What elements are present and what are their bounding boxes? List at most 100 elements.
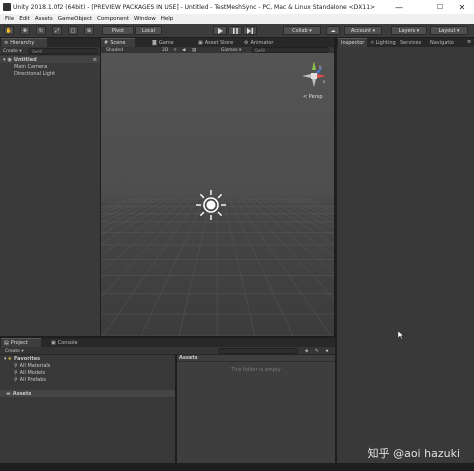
expand-arrow-icon: ▾ xyxy=(4,355,7,362)
favorite-item-all-materials[interactable]: ⚲ All Materials xyxy=(14,362,50,369)
step-button[interactable] xyxy=(243,26,257,35)
account-dropdown[interactable]: Account ▾ xyxy=(344,26,382,35)
play-icon xyxy=(217,27,223,34)
favorite-item-all-models[interactable]: ⚲ All Models xyxy=(14,369,45,376)
game-tab-label: Game xyxy=(158,39,174,46)
hierarchy-search-placeholder: Q▾All xyxy=(32,49,43,54)
mouse-cursor-icon xyxy=(398,331,404,339)
move-tool-icon[interactable]: ✥ xyxy=(20,26,30,35)
tab-inspector[interactable]: Inspector xyxy=(338,38,368,47)
assets-breadcrumb[interactable]: Assets xyxy=(177,355,335,362)
folder-icon: ▬ xyxy=(6,390,11,397)
hierarchy-tab-label: Hierarchy xyxy=(10,40,35,46)
local-toggle[interactable]: Local xyxy=(135,26,162,35)
tab-game[interactable]: ◙ Game xyxy=(149,38,177,47)
unity-scene-icon: ◉ xyxy=(7,56,12,63)
favorite-item-label: All Models xyxy=(19,369,46,376)
favorite-item-all-prefabs[interactable]: ⚲ All Prefabs xyxy=(14,376,46,383)
favorite-item-label: All Materials xyxy=(19,362,51,369)
project-tab-icon: ▤ xyxy=(4,340,9,346)
tab-hierarchy[interactable]: ≡ Hierarchy xyxy=(1,38,47,47)
rotate-tool-icon[interactable]: ↻ xyxy=(36,26,46,35)
cloud-button[interactable]: ☁ xyxy=(326,26,340,35)
tab-services[interactable]: Services xyxy=(397,38,424,47)
lighting-tab-label: Lighting xyxy=(375,39,396,46)
center-tab-bar: # Scene ◙ Game ▣ Asset Store ⚙ Animator xyxy=(101,38,334,47)
hierarchy-create-button[interactable]: Create ▾ xyxy=(3,48,22,54)
menu-help[interactable]: Help xyxy=(161,16,174,22)
assets-folder-label: Assets xyxy=(12,390,32,397)
favorites-row[interactable]: ▾ ★ Favorites xyxy=(4,355,40,362)
window-title-bar: Unity 2018.1.0f2 (64bit) - [PREVIEW PACK… xyxy=(0,0,474,14)
filter-label-icon[interactable]: ✎ xyxy=(315,348,319,354)
layout-label: Layout ▾ xyxy=(438,27,460,34)
hierarchy-toolbar: Create ▾ Q▾All xyxy=(0,47,100,55)
scene-root-row[interactable]: ▾ ◉ Untitled ≡ xyxy=(0,56,100,63)
pivot-label: Pivot xyxy=(111,27,125,34)
transform-tool-icon[interactable]: ⊕ xyxy=(84,26,94,35)
close-button[interactable]: ✕ xyxy=(452,0,472,14)
projection-toggle[interactable]: < Persp xyxy=(303,94,323,100)
maximize-button[interactable]: ☐ xyxy=(430,0,450,14)
menu-window[interactable]: Window xyxy=(134,16,156,22)
scale-tool-icon[interactable]: ⤢ xyxy=(52,26,62,35)
favorite-item-label: All Prefabs xyxy=(19,376,47,383)
account-label: Account ▾ xyxy=(350,27,376,34)
scene-viewport[interactable]: y x < Persp xyxy=(101,53,334,336)
pivot-toggle[interactable]: Pivot xyxy=(102,26,134,35)
tab-project[interactable]: ▤ Project xyxy=(1,338,41,347)
scene-orientation-gizmo[interactable]: y x xyxy=(299,59,329,93)
main-toolbar: ✋ ✥ ↻ ⤢ ▢ ⊕ Pivot Local Collab ▾ ☁ Accou… xyxy=(0,24,474,37)
tab-animator[interactable]: ⚙ Animator xyxy=(241,38,276,47)
empty-folder-message: This folder is empty xyxy=(231,367,281,373)
watermark-text: 知乎 @aoi hazuki xyxy=(367,447,460,460)
tab-console[interactable]: ▣ Console xyxy=(48,338,81,347)
tab-scene[interactable]: # Scene xyxy=(101,38,135,47)
layers-dropdown[interactable]: Layers ▾ xyxy=(391,26,427,35)
project-assets-view: Assets This folder is empty xyxy=(177,355,335,463)
project-create-button[interactable]: Create ▾ xyxy=(5,348,24,354)
asset-store-icon: ▣ xyxy=(198,39,203,46)
tab-navigation[interactable]: Navigatio xyxy=(427,38,457,47)
hierarchy-search-input[interactable]: Q▾All xyxy=(28,48,98,54)
hierarchy-item-main-camera[interactable]: Main Camera xyxy=(0,63,47,70)
scene-options-icon[interactable]: ≡ xyxy=(93,57,97,63)
menu-gameobject[interactable]: GameObject xyxy=(58,16,92,22)
project-toolbar: Create ▾ ◈ ✎ ★ xyxy=(0,347,335,355)
favorite-filter-icon[interactable]: ★ xyxy=(325,348,329,354)
filter-type-icon[interactable]: ◈ xyxy=(305,348,308,354)
play-button[interactable] xyxy=(213,26,227,35)
menu-file[interactable]: File xyxy=(5,16,14,22)
directional-light-icon[interactable] xyxy=(194,188,228,222)
gizmo-x-label: x xyxy=(323,79,326,84)
panel-options-icon[interactable]: ≡ xyxy=(467,39,471,45)
hand-tool-icon[interactable]: ✋ xyxy=(4,26,14,35)
collab-dropdown[interactable]: Collab ▾ xyxy=(283,26,321,35)
tab-asset-store[interactable]: ▣ Asset Store xyxy=(195,38,236,47)
pause-icon xyxy=(232,27,238,34)
tab-lighting[interactable]: ☼ Lighting xyxy=(367,38,399,47)
minimize-button[interactable]: — xyxy=(389,0,409,14)
assets-folder-row[interactable]: ▬ Assets xyxy=(0,390,175,397)
scene-tab-label: Scene xyxy=(110,40,126,46)
hierarchy-panel: ≡ Hierarchy Create ▾ Q▾All ▾ ◉ Untitled … xyxy=(0,38,100,336)
menu-component[interactable]: Component xyxy=(97,16,129,22)
project-folder-tree: ▾ ★ Favorites ⚲ All Materials ⚲ All Mode… xyxy=(0,355,175,463)
cloud-icon: ☁ xyxy=(330,27,336,34)
unity-logo-icon xyxy=(3,3,11,11)
layers-label: Layers ▾ xyxy=(398,27,420,34)
services-tab-label: Services xyxy=(400,39,422,46)
project-search-input[interactable] xyxy=(218,348,298,354)
hierarchy-item-directional-light[interactable]: Directional Light xyxy=(0,70,55,77)
navigation-tab-label: Navigatio xyxy=(430,39,454,46)
layout-dropdown[interactable]: Layout ▾ xyxy=(430,26,468,35)
search-icon: ⚲ xyxy=(14,369,18,376)
menu-edit[interactable]: Edit xyxy=(19,16,30,22)
window-title: Unity 2018.1.0f2 (64bit) - [PREVIEW PACK… xyxy=(13,3,376,11)
menu-assets[interactable]: Assets xyxy=(35,16,53,22)
favorites-label: Favorites xyxy=(14,355,41,362)
rect-tool-icon[interactable]: ▢ xyxy=(68,26,78,35)
asset-store-tab-label: Asset Store xyxy=(204,39,234,46)
pause-button[interactable] xyxy=(228,26,242,35)
menu-bar: File Edit Assets GameObject Component Wi… xyxy=(0,14,474,24)
